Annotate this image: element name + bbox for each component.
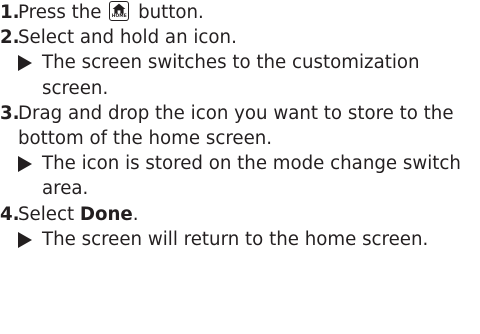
result-text: The icon is stored on the mode change sw… [42, 153, 461, 200]
home-button-label: HOME [111, 14, 127, 19]
step-text: Drag and drop the icon you want to store… [18, 102, 454, 150]
step-3-result: The icon is stored on the mode change sw… [0, 151, 476, 201]
step-text: Select [18, 203, 80, 225]
done-label: Done [79, 203, 133, 225]
step-text: . [132, 203, 139, 225]
step-number: 2. [0, 27, 20, 49]
step-1: 1. Press the HOME button. [0, 0, 476, 25]
house-icon [112, 3, 126, 14]
step-4: 4. Select Done. [0, 202, 476, 227]
step-text: button. [132, 2, 204, 23]
step-2: 2. Select and hold an icon. [0, 25, 476, 50]
step-2-result: The screen switches to the customization… [0, 50, 476, 100]
step-text: Select and hold an icon. [18, 27, 237, 49]
triangle-arrow-icon [18, 231, 32, 248]
result-text: The screen will return to the home scree… [42, 228, 429, 250]
triangle-arrow-icon [18, 55, 32, 72]
home-button-icon: HOME [109, 1, 130, 21]
instruction-steps: 1. Press the HOME button. 2. Select and ho… [0, 0, 476, 252]
triangle-arrow-icon [18, 156, 32, 173]
step-number: 4. [0, 203, 20, 225]
step-number: 3. [0, 102, 20, 124]
step-4-result: The screen will return to the home scree… [0, 227, 476, 252]
result-text: The screen switches to the customization… [42, 52, 420, 99]
step-3: 3. Drag and drop the icon you want to sto… [0, 101, 476, 151]
step-text: Press the [18, 2, 108, 23]
step-number: 1. [0, 2, 20, 23]
